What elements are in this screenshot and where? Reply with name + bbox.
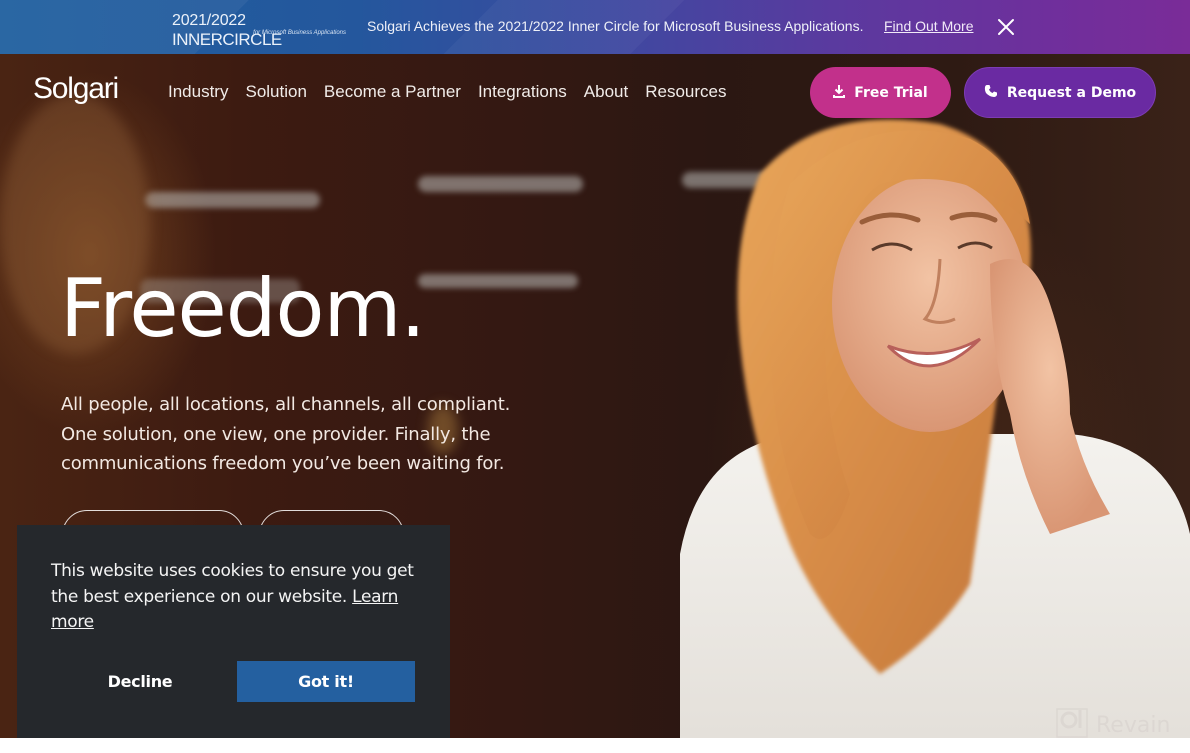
free-trial-label: Free Trial [854, 84, 928, 101]
main-nav: Industry Solution Become a Partner Integ… [168, 82, 743, 102]
nav-item-become-a-partner[interactable]: Become a Partner [324, 82, 461, 102]
hero-photo-woman-on-phone [680, 119, 1190, 738]
nav-item-industry[interactable]: Industry [168, 82, 228, 102]
announcement-bar: 2021/2022 INNERCIRCLE for Microsoft Busi… [0, 0, 1190, 54]
inner-circle-badge-subtitle: for Microsoft Business Applications [253, 30, 346, 36]
nav-item-integrations[interactable]: Integrations [478, 82, 567, 102]
page-bottom [0, 738, 1190, 753]
close-icon[interactable] [996, 17, 1016, 37]
background-blur [418, 176, 583, 192]
decline-cookies-button[interactable]: Decline [65, 661, 215, 702]
announcement-message: Solgari Achieves the 2021/2022 Inner Cir… [367, 18, 864, 34]
inner-circle-badge: 2021/2022 INNERCIRCLE for Microsoft Busi… [172, 12, 348, 49]
download-icon [833, 84, 846, 102]
accept-cookies-button[interactable]: Got it! [237, 661, 415, 702]
nav-item-about[interactable]: About [584, 82, 628, 102]
revain-watermark-text: Revain [1096, 712, 1171, 738]
background-blur [145, 192, 320, 208]
request-demo-label: Request a Demo [1006, 84, 1137, 101]
find-out-more-link[interactable]: Find Out More [884, 18, 973, 34]
nav-item-resources[interactable]: Resources [645, 82, 726, 102]
free-trial-button[interactable]: Free Trial [810, 67, 951, 118]
hero-headline: Freedom. [60, 262, 426, 355]
cookie-banner: This website uses cookies to ensure you … [17, 525, 450, 738]
background-blur [418, 274, 578, 288]
revain-logo-icon [1056, 708, 1088, 742]
nav-item-solution[interactable]: Solution [245, 82, 306, 102]
hero-subtext: All people, all locations, all channels,… [61, 394, 511, 474]
phone-icon [984, 84, 998, 102]
request-demo-button[interactable]: Request a Demo [964, 67, 1156, 118]
revain-watermark: Revain [1056, 708, 1170, 742]
cookie-message: This website uses cookies to ensure you … [51, 561, 414, 632]
solgari-logo[interactable]: Solgari [33, 72, 119, 106]
